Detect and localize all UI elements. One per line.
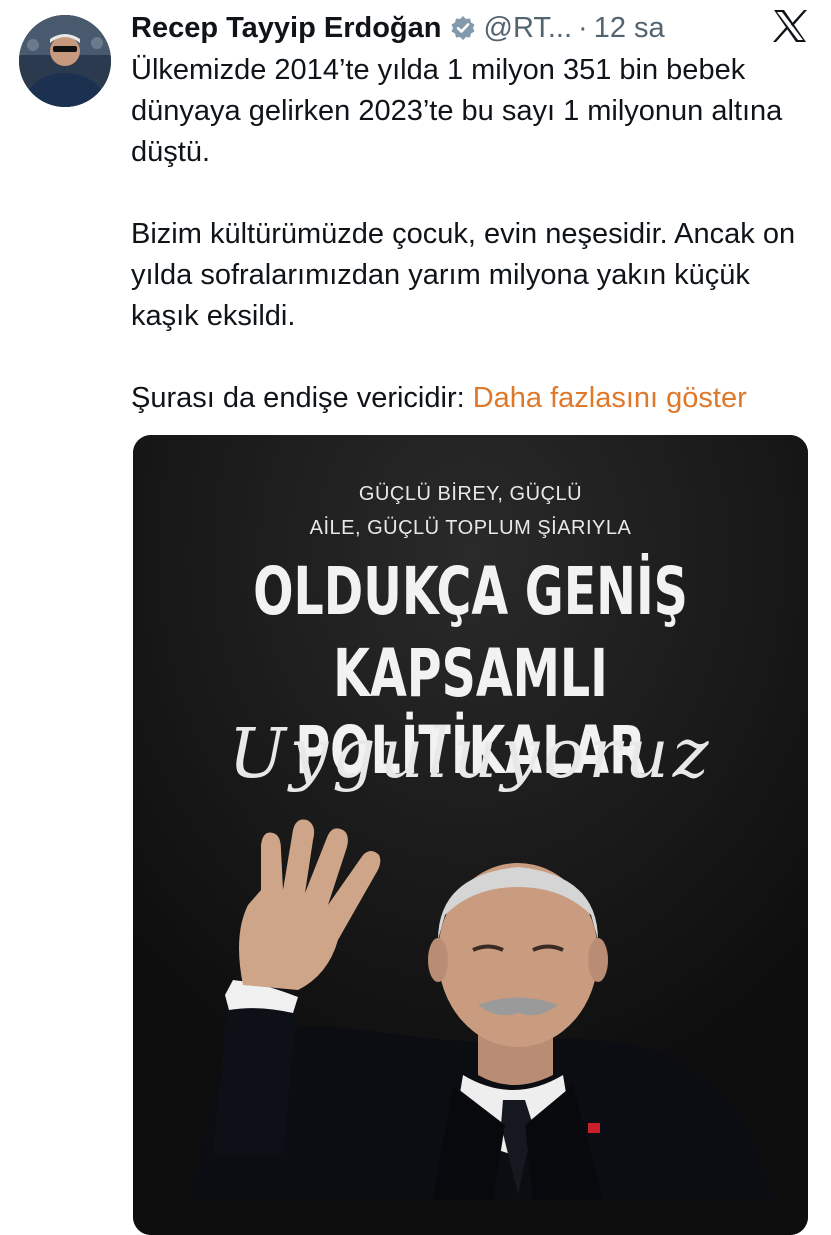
tweet-timestamp[interactable]: 12 sa xyxy=(594,12,665,45)
author-handle[interactable]: @RT... xyxy=(484,12,573,45)
portrait-illustration xyxy=(188,819,773,1200)
tweet-paragraph: Bizim kültürümüzde çocuk, evin neşesidir… xyxy=(131,218,796,332)
avatar[interactable] xyxy=(19,15,111,107)
show-more-link[interactable]: Daha fazlasını göster xyxy=(473,382,747,414)
x-logo-icon[interactable] xyxy=(770,6,810,46)
tweet-last-line: Şurası da endişe vericidir: Daha fazlası… xyxy=(131,378,821,419)
tweet-paragraph: Ülkemizde 2014’te yılda 1 milyon 351 bin… xyxy=(131,54,783,168)
tweet-header: Recep Tayyip Erdoğan @RT... · 12 sa xyxy=(131,8,665,48)
author-name[interactable]: Recep Tayyip Erdoğan xyxy=(131,12,442,45)
tweet-media-image[interactable]: GÜÇLÜ BİREY, GÜÇLÜ AİLE, GÜÇLÜ TOPLUM Şİ… xyxy=(133,435,808,1235)
tweet-body: Ülkemizde 2014’te yılda 1 milyon 351 bin… xyxy=(131,50,821,419)
avatar-image xyxy=(19,15,111,107)
separator-dot: · xyxy=(578,11,588,44)
verified-badge-icon xyxy=(450,15,476,41)
tweet-last-line-text: Şurası da endişe vericidir: xyxy=(131,382,465,414)
